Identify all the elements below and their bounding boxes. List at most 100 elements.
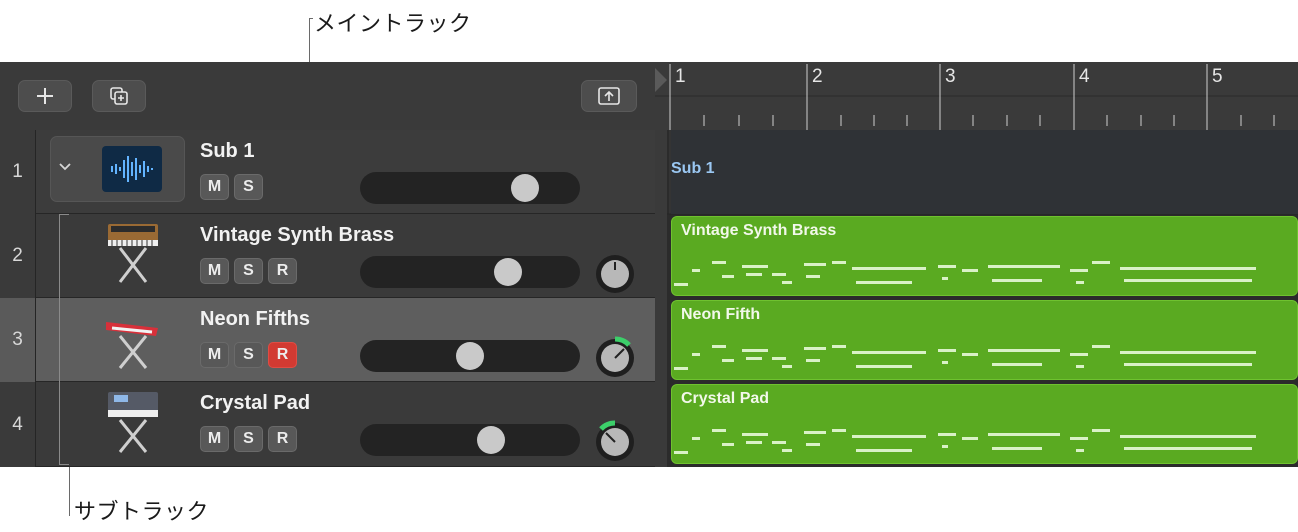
midi-note (832, 261, 846, 264)
solo-button[interactable]: S (234, 174, 263, 200)
track-name[interactable]: Neon Fifths (200, 308, 310, 331)
fader-knob[interactable] (510, 174, 539, 202)
track-name[interactable]: Sub 1 (200, 140, 254, 163)
pan-knob[interactable] (593, 420, 634, 461)
midi-note (804, 347, 826, 350)
track-header-crystal-pad[interactable]: Crystal Pad M S R (36, 382, 655, 467)
region-notes (672, 261, 1297, 289)
mute-button[interactable]: M (200, 426, 229, 452)
midi-note (1076, 281, 1084, 284)
mute-button[interactable]: M (200, 342, 229, 368)
solo-button[interactable]: S (234, 258, 263, 284)
red-keyboard-icon (102, 306, 164, 372)
track-header-neon-fifths[interactable]: Neon Fifths M S R (36, 298, 655, 382)
bar-number: 1 (675, 66, 686, 87)
subtrack-bracket (59, 214, 69, 465)
midi-note (938, 265, 956, 268)
solo-button[interactable]: S (234, 342, 263, 368)
bar-ruler[interactable]: 1 2 3 4 5 (655, 62, 1298, 130)
midi-region[interactable]: Vintage Synth Brass (671, 216, 1298, 296)
midi-note (938, 349, 956, 352)
midi-note (856, 449, 912, 452)
collapse-tracks-button[interactable] (581, 80, 637, 112)
midi-note (1120, 351, 1256, 354)
track-header-toolbar (0, 62, 655, 130)
solo-button[interactable]: S (234, 426, 263, 452)
midi-note (674, 367, 688, 370)
midi-note (712, 429, 726, 432)
bar-number: 2 (812, 66, 823, 87)
arrange-area[interactable]: Sub 1 Vintage Synth Brass Neon Fifth Cry… (655, 130, 1298, 467)
midi-note (722, 275, 734, 278)
volume-fader[interactable] (360, 172, 580, 204)
callout-main-track: メイントラック (314, 12, 472, 37)
midi-region[interactable]: Neon Fifth (671, 300, 1298, 380)
midi-note (746, 273, 762, 276)
midi-note (988, 433, 1060, 436)
track-number: 1 (0, 130, 36, 214)
midi-note (1092, 261, 1110, 264)
midi-note (962, 437, 978, 440)
record-enable-button[interactable]: R (268, 426, 297, 452)
track-header-vintage-synth-brass[interactable]: Vintage Synth Brass M S R (36, 214, 655, 298)
track-name[interactable]: Crystal Pad (200, 392, 310, 415)
ruler-ticks (655, 64, 1298, 130)
callout-main-track-tick (309, 18, 313, 19)
pan-knob[interactable] (593, 252, 634, 293)
fader-knob[interactable] (493, 258, 522, 286)
midi-note (942, 445, 948, 448)
midi-region[interactable]: Crystal Pad (671, 384, 1298, 464)
midi-note (746, 441, 762, 444)
bar-number: 3 (945, 66, 956, 87)
midi-note (1120, 267, 1256, 270)
midi-note (856, 365, 912, 368)
callout-sub-tracks: サブトラック (74, 500, 210, 525)
midi-note (962, 353, 978, 356)
midi-note (962, 269, 978, 272)
mute-button[interactable]: M (200, 174, 229, 200)
midi-note (742, 265, 768, 268)
bar-number: 5 (1212, 66, 1223, 87)
midi-note (1124, 279, 1252, 282)
midi-note (992, 363, 1042, 366)
midi-note (1076, 365, 1084, 368)
track-buttons: M S R (200, 258, 302, 284)
midi-note (1124, 363, 1252, 366)
midi-note (722, 443, 734, 446)
track-number: 3 (0, 298, 36, 382)
midi-note (1070, 437, 1088, 440)
midi-note (1120, 435, 1256, 438)
disclosure-chevron-icon[interactable] (58, 162, 72, 172)
midi-note (852, 435, 926, 438)
fader-knob[interactable] (476, 426, 505, 454)
analog-synth-icon (102, 222, 164, 288)
sub-track-region-label: Sub 1 (671, 160, 715, 177)
midi-note (806, 275, 820, 278)
track-buttons: M S R (200, 342, 302, 368)
midi-note (806, 359, 820, 362)
record-enable-button[interactable]: R (268, 342, 297, 368)
midi-note (772, 357, 786, 360)
mute-button[interactable]: M (200, 258, 229, 284)
record-enable-button[interactable]: R (268, 258, 297, 284)
volume-fader[interactable] (360, 256, 580, 288)
midi-note (942, 361, 948, 364)
midi-note (782, 281, 792, 284)
midi-note (674, 451, 688, 454)
track-header-sub-1[interactable]: Sub 1 M S (36, 130, 655, 214)
duplicate-track-button[interactable] (92, 80, 146, 112)
midi-note (692, 437, 700, 440)
midi-note (1070, 269, 1088, 272)
logic-arrange-window: 1 Sub 1 M S 2 Vintage Synth Brass M S R … (0, 62, 1298, 467)
midi-note (742, 349, 768, 352)
add-track-button[interactable] (18, 80, 72, 112)
volume-fader[interactable] (360, 340, 580, 372)
fader-knob[interactable] (456, 342, 484, 370)
volume-fader[interactable] (360, 424, 580, 456)
midi-note (988, 349, 1060, 352)
track-name[interactable]: Vintage Synth Brass (200, 224, 394, 247)
midi-note (772, 441, 786, 444)
midi-note (1092, 345, 1110, 348)
pan-knob[interactable] (593, 336, 634, 377)
summing-track-lane[interactable]: Sub 1 (671, 130, 1298, 214)
